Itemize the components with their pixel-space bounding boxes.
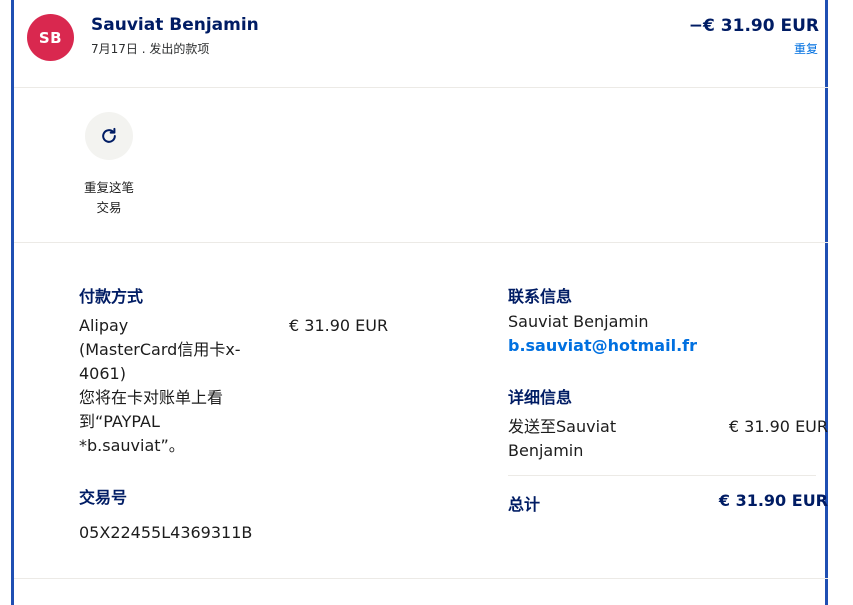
repeat-link[interactable]: 重复 <box>794 40 818 57</box>
transaction-amount: −€ 31.90 EUR <box>688 16 819 36</box>
transaction-id: 05X22455L4369311B <box>79 523 253 542</box>
payment-method-text: Alipay (MasterCard信用卡x- 4061) 您将在卡对账单上看 … <box>79 314 269 458</box>
repeat-label-line2: 交易 <box>96 200 122 215</box>
avatar: SB <box>27 14 74 61</box>
transaction-details: 付款方式 Alipay (MasterCard信用卡x- 4061) 您将在卡对… <box>14 243 828 579</box>
actions-row: 重复这笔 交易 <box>14 88 828 243</box>
sent-to-text: 发送至Sauviat Benjamin <box>508 415 616 463</box>
counterparty-name: Sauviat Benjamin <box>91 15 259 35</box>
repeat-transaction-button[interactable] <box>85 112 133 160</box>
transaction-id-heading: 交易号 <box>79 488 128 507</box>
total-amount: € 31.90 EUR <box>718 491 828 510</box>
details-heading: 详细信息 <box>508 388 573 407</box>
sent-to-line: Benjamin <box>508 441 584 460</box>
payment-line: 到“PAYPAL <box>79 412 160 431</box>
payment-amount: € 31.90 EUR <box>289 316 389 335</box>
total-label: 总计 <box>508 495 541 514</box>
transaction-header[interactable]: SB Sauviat Benjamin 7月17日 . 发出的款项 −€ 31.… <box>14 0 828 88</box>
sent-to-line: 发送至Sauviat <box>508 417 617 436</box>
transaction-subtitle: 7月17日 . 发出的款项 <box>91 42 210 56</box>
payment-line: 4061) <box>79 364 126 383</box>
total-divider <box>508 475 816 476</box>
payment-line: *b.sauviat”。 <box>79 436 185 455</box>
refresh-icon <box>102 127 116 143</box>
sent-amount: € 31.90 EUR <box>728 417 828 436</box>
contact-heading: 联系信息 <box>508 287 573 306</box>
contact-email-link[interactable]: b.sauviat@hotmail.fr <box>508 336 697 355</box>
repeat-transaction-label[interactable]: 重复这笔 交易 <box>72 178 146 218</box>
repeat-label-line1: 重复这笔 <box>83 180 134 195</box>
payment-line: Alipay <box>79 316 129 335</box>
payment-line: (MasterCard信用卡x- <box>79 340 241 359</box>
payment-method-heading: 付款方式 <box>79 287 144 306</box>
payment-line: 您将在卡对账单上看 <box>79 388 224 407</box>
contact-name: Sauviat Benjamin <box>508 312 649 331</box>
